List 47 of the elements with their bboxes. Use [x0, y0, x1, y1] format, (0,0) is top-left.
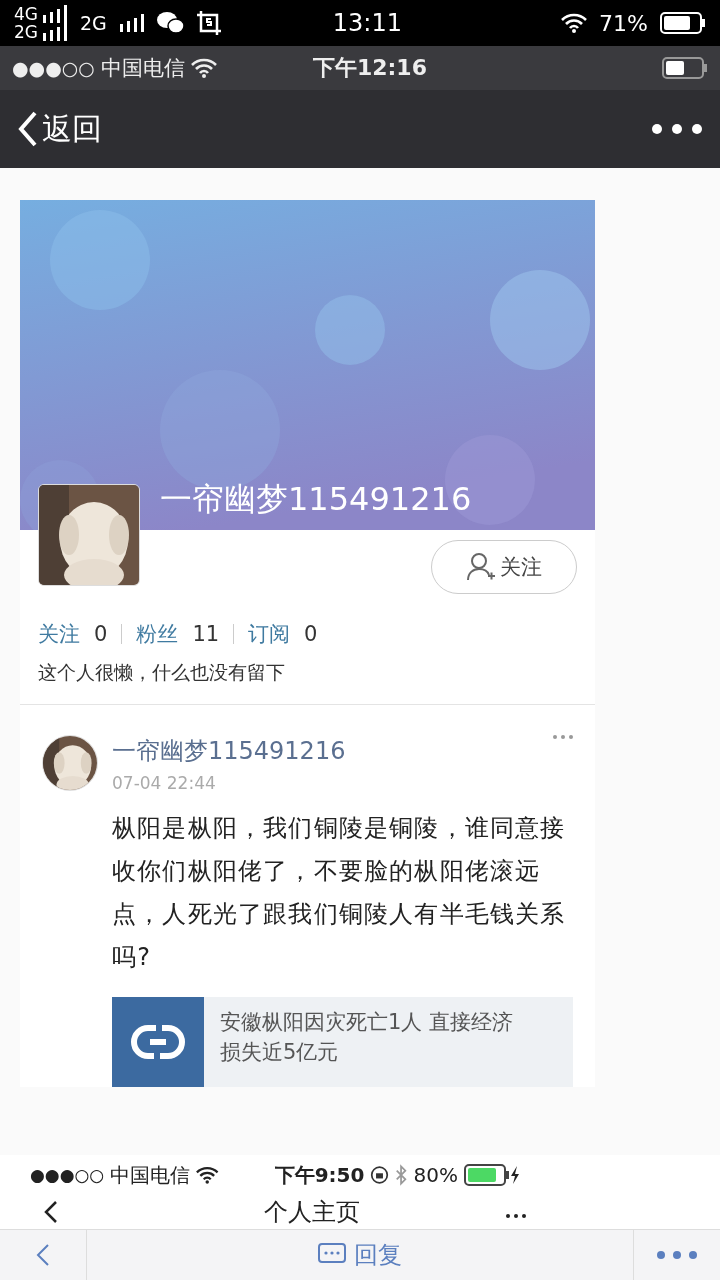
wifi-icon: [561, 13, 588, 33]
bluetooth-icon: [395, 1163, 408, 1187]
stat-label[interactable]: 粉丝: [136, 620, 179, 648]
network-label: 2G: [14, 23, 38, 41]
signal-dots: ●●●○○: [12, 57, 95, 79]
screenshot-icon: [196, 11, 221, 35]
stat-count: 0: [304, 622, 318, 646]
stat-count: 11: [192, 622, 220, 646]
post-author[interactable]: 一帘幽梦115491216: [112, 735, 346, 767]
post-date: 07-04 22:44: [112, 773, 217, 793]
clock-time: 下午12:16: [312, 54, 428, 82]
signal-icon: [42, 5, 68, 23]
chevron-left-icon: [18, 111, 38, 147]
network-label: 2G: [80, 12, 107, 34]
rotation-lock-icon: [370, 1164, 390, 1186]
link-title: 安徽枞阳因灾死亡1人 直接经济损失近5亿元: [219, 1009, 515, 1066]
stat-label[interactable]: 订阅: [248, 620, 291, 648]
chat-bubbles-icon: [156, 11, 185, 35]
page-title: 个人主页: [264, 1197, 360, 1228]
add-user-icon: [466, 552, 496, 582]
battery-icon: [660, 12, 706, 34]
wifi-icon: [196, 1165, 219, 1185]
wifi-icon: [190, 58, 217, 78]
more-icon[interactable]: [652, 124, 702, 134]
carrier-name: 中国电信: [100, 55, 185, 82]
post-text: 枞阳是枞阳，我们铜陵是铜陵，谁同意接收你们枞阳佬了，不要脸的枞阳佬滚远点，人死光了跟我们铜陵人有半毛钱关系吗?: [112, 813, 567, 973]
clock-time: 下午9:50: [274, 1161, 365, 1189]
battery-percent: 80%: [413, 1163, 458, 1187]
stat-count: 0: [94, 622, 108, 646]
stat-label[interactable]: 关注: [38, 620, 80, 648]
reply-button[interactable]: 回复: [312, 1238, 408, 1272]
follow-button[interactable]: 关注: [431, 540, 577, 594]
battery-icon: [662, 57, 708, 79]
carrier-name: 中国电信: [110, 1161, 191, 1189]
signal-icon: [118, 14, 145, 32]
battery-percent: 71%: [599, 10, 648, 36]
chevron-left-icon[interactable]: [44, 1200, 58, 1224]
battery-icon: [463, 1164, 510, 1186]
link-card[interactable]: 安徽枞阳因灾死亡1人 直接经济损失近5亿元: [112, 997, 573, 1087]
clock-time: 13:11: [332, 9, 403, 37]
back-button[interactable]: 返回: [18, 108, 102, 150]
more-icon[interactable]: [506, 1213, 526, 1218]
profile-bio: 这个人很懒，什么也没有留下: [37, 660, 286, 685]
network-label: 4G: [14, 5, 38, 23]
charging-icon: [509, 1166, 520, 1184]
signal-dots: ●●●○○: [30, 1165, 105, 1185]
signal-icon: [42, 23, 68, 41]
